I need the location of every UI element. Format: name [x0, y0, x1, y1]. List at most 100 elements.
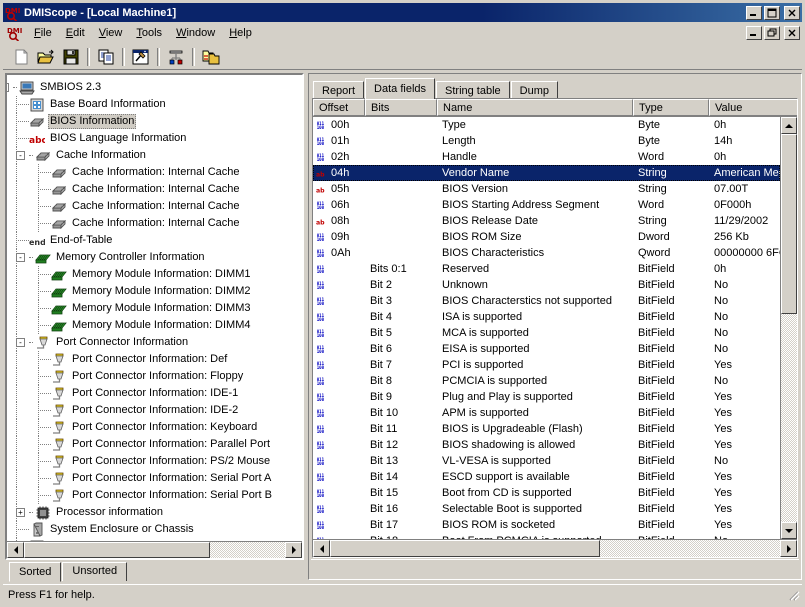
table-row[interactable]: 011 100 Bit 5 MCA is supported BitField No	[313, 325, 780, 341]
tree-node[interactable]: Port Connector Information: Parallel Por…	[7, 436, 302, 453]
table-row[interactable]: 011 100 Bit 12 BIOS shadowing is allowed Bit…	[313, 437, 780, 453]
detail-tab-data-fields[interactable]: Data fields	[365, 78, 436, 99]
scroll-track[interactable]	[210, 542, 285, 558]
tree-node[interactable]: Cache Information: Internal Cache	[7, 198, 302, 215]
table-row[interactable]: 011 100 Bit 14 ESCD support is available Bit…	[313, 469, 780, 485]
column-header-bits[interactable]: Bits	[365, 99, 437, 116]
table-row[interactable]: 011 100 Bit 15 Boot from CD is supported Bit…	[313, 485, 780, 501]
tree-node[interactable]: -SMBIOS 2.3	[7, 79, 302, 96]
scroll-down-button[interactable]	[781, 522, 797, 539]
tree-node[interactable]: Memory Module Information: DIMM3	[7, 300, 302, 317]
tree-tab-unsorted[interactable]: Unsorted	[62, 562, 128, 581]
copy-icon[interactable]	[94, 46, 118, 68]
mdi-restore-button[interactable]	[764, 26, 780, 40]
table-row[interactable]: 011 100 Bit 9 Plug and Play is supported Bit…	[313, 389, 780, 405]
dmi-document-icon[interactable]: DMI	[7, 25, 23, 42]
tree-node[interactable]: Cache Information: Internal Cache	[7, 181, 302, 198]
tree-node[interactable]: Memory Module Information: DIMM4	[7, 317, 302, 334]
tree-node[interactable]: Memory Module Information: DIMM2	[7, 283, 302, 300]
table-row[interactable]: 011 100 Bits 0:1 Reserved BitField 0h	[313, 261, 780, 277]
vscroll-track[interactable]	[781, 134, 797, 522]
menu-view[interactable]: View	[92, 25, 130, 41]
tree-view[interactable]: -SMBIOS 2.3 Base Board Information BIOS In…	[5, 73, 304, 560]
scroll-thumb[interactable]	[24, 542, 210, 558]
menu-help[interactable]: Help	[222, 25, 259, 41]
menu-edit[interactable]: Edit	[59, 25, 92, 41]
table-row[interactable]: 011 100 09h BIOS ROM Size Dword 256 Kb	[313, 229, 780, 245]
resize-grip-icon[interactable]	[786, 588, 800, 602]
table-row[interactable]: 011 100 Bit 11 BIOS is Upgradeable (Flash) B…	[313, 421, 780, 437]
table-row[interactable]: 011 100 Bit 2 Unknown BitField No	[313, 277, 780, 293]
data-fields-grid[interactable]: Offset Bits Name Type Value 011 100 00h Type Byt…	[312, 98, 798, 558]
table-row[interactable]: 011 100 Bit 13 VL-VESA is supported BitField…	[313, 453, 780, 469]
tree-node[interactable]: Port Connector Information: Floppy	[7, 368, 302, 385]
table-row[interactable]: 011 100 01h Length Byte 14h	[313, 133, 780, 149]
close-button[interactable]	[784, 5, 800, 20]
detail-tab-dump[interactable]: Dump	[510, 81, 559, 99]
scroll-up-button[interactable]	[781, 117, 797, 134]
tree-node[interactable]: abc BIOS Language Information	[7, 130, 302, 147]
column-header-type[interactable]: Type	[633, 99, 709, 116]
tree-node[interactable]: Cache Information: Internal Cache	[7, 215, 302, 232]
maximize-button[interactable]	[764, 5, 780, 20]
grid-scroll-track[interactable]	[600, 540, 780, 557]
table-row[interactable]: 011 100 Bit 10 APM is supported BitField Yes	[313, 405, 780, 421]
vscroll-thumb[interactable]	[781, 134, 797, 314]
tree-node[interactable]: Port Connector Information: Keyboard	[7, 419, 302, 436]
tree-node[interactable]: Base Board Information	[7, 96, 302, 113]
tree-node[interactable]: Cache Information: Internal Cache	[7, 164, 302, 181]
menu-tools[interactable]: Tools	[129, 25, 169, 41]
grid-scroll-thumb[interactable]	[330, 540, 600, 557]
table-row[interactable]: ab 08h BIOS Release Date String 11/29/2002	[313, 213, 780, 229]
table-row[interactable]: 011 100 Bit 3 BIOS Characterstics not suppo…	[313, 293, 780, 309]
minimize-button[interactable]	[746, 5, 762, 20]
table-row[interactable]: ab 05h BIOS Version String 07.00T	[313, 181, 780, 197]
table-row[interactable]: 011 100 02h Handle Word 0h	[313, 149, 780, 165]
column-header-value[interactable]: Value	[709, 99, 797, 116]
tree-tab-sorted[interactable]: Sorted	[9, 562, 62, 582]
column-header-offset[interactable]: Offset	[313, 99, 365, 116]
detail-tab-report[interactable]: Report	[313, 81, 365, 99]
table-row[interactable]: 011 100 Bit 17 BIOS ROM is socketed BitField…	[313, 517, 780, 533]
table-row[interactable]: 011 100 Bit 16 Selectable Boot is supported…	[313, 501, 780, 517]
table-row[interactable]: 011 100 00h Type Byte 0h	[313, 117, 780, 133]
tree-node[interactable]: Port Connector Information: Def	[7, 351, 302, 368]
folders-icon[interactable]	[199, 46, 223, 68]
tree-node[interactable]: end End-of-Table	[7, 232, 302, 249]
tree-node[interactable]: Port Connector Information: IDE-1	[7, 385, 302, 402]
tree-node[interactable]: Port Connector Information: IDE-2	[7, 402, 302, 419]
grid-horizontal-scrollbar[interactable]	[313, 539, 797, 557]
table-row[interactable]: 011 100 Bit 7 PCI is supported BitField Yes	[313, 357, 780, 373]
grid-vertical-scrollbar[interactable]	[780, 117, 797, 539]
detail-tab-string-table[interactable]: String table	[436, 81, 510, 99]
tree-node[interactable]: System Enclosure or Chassis	[7, 521, 302, 538]
menu-file[interactable]: File	[27, 25, 59, 41]
tree-node[interactable]: - Cache Information	[7, 147, 302, 164]
tools-icon[interactable]	[164, 46, 188, 68]
open-icon[interactable]	[34, 46, 58, 68]
column-header-name[interactable]: Name	[437, 99, 633, 116]
tree-node[interactable]: - Memory Controller Information	[7, 249, 302, 266]
tree-node[interactable]: Memory Module Information: DIMM1	[7, 266, 302, 283]
tree-node[interactable]: Port Connector Information: PS/2 Mouse	[7, 453, 302, 470]
mdi-close-button[interactable]	[784, 26, 800, 40]
tree-node[interactable]: Port Connector Information: Serial Port …	[7, 470, 302, 487]
menu-window[interactable]: Window	[169, 25, 222, 41]
save-icon[interactable]	[59, 46, 83, 68]
mdi-minimize-button[interactable]	[746, 26, 762, 40]
scroll-right-button[interactable]	[285, 542, 302, 558]
grid-scroll-right-button[interactable]	[780, 540, 797, 557]
grid-scroll-left-button[interactable]	[313, 540, 330, 557]
table-row[interactable]: 011 100 06h BIOS Starting Address Segment Wo…	[313, 197, 780, 213]
tree-node[interactable]: + Processor information	[7, 504, 302, 521]
report-icon[interactable]	[129, 46, 153, 68]
table-row[interactable]: 011 100 0Ah BIOS Characteristics Qword 000000…	[313, 245, 780, 261]
new-icon[interactable]	[9, 46, 33, 68]
table-row[interactable]: ab 04h Vendor Name String American Megatr	[313, 165, 780, 181]
table-row[interactable]: 011 100 Bit 4 ISA is supported BitField No	[313, 309, 780, 325]
table-row[interactable]: 011 100 Bit 8 PCMCIA is supported BitField No	[313, 373, 780, 389]
tree-node[interactable]: - Port Connector Information	[7, 334, 302, 351]
tree-node[interactable]: BIOS Information	[7, 113, 302, 130]
tree-horizontal-scrollbar[interactable]	[7, 541, 302, 558]
scroll-left-button[interactable]	[7, 542, 24, 558]
